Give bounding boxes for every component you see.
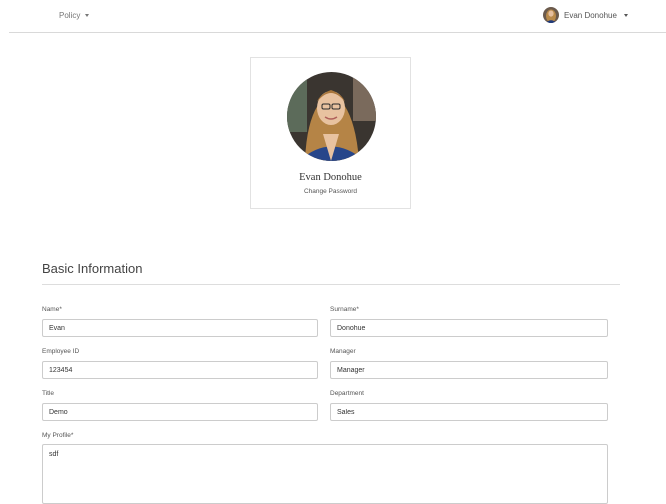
manager-label: Manager — [330, 348, 356, 355]
section-title: Basic Information — [42, 261, 143, 276]
policy-menu[interactable]: Policy — [59, 11, 90, 20]
name-label: Name* — [42, 306, 62, 313]
surname-label: Surname* — [330, 306, 359, 313]
surname-input[interactable] — [330, 319, 608, 337]
profile-name: Evan Donohue — [299, 172, 362, 183]
profile-photo — [287, 72, 376, 161]
my-profile-label: My Profile* — [42, 432, 74, 439]
title-input[interactable] — [42, 403, 318, 421]
name-input[interactable] — [42, 319, 318, 337]
change-password-link[interactable]: Change Password — [251, 188, 410, 195]
top-navbar: Policy Evan Donohue — [0, 0, 666, 32]
user-menu[interactable]: Evan Donohue — [543, 7, 628, 23]
manager-input[interactable] — [330, 361, 608, 379]
title-label: Title — [42, 390, 55, 397]
department-input[interactable] — [330, 403, 608, 421]
department-label: Department — [330, 390, 364, 397]
profile-card: Evan Donohue Change Password — [250, 57, 411, 209]
employee-id-label: Employee ID — [42, 348, 80, 355]
my-profile-textarea[interactable]: sdf — [42, 444, 608, 504]
chevron-down-icon — [85, 14, 90, 17]
chevron-down-icon — [623, 13, 628, 17]
section-divider — [42, 284, 620, 285]
user-menu-label: Evan Donohue — [564, 10, 617, 20]
policy-menu-label: Policy — [59, 11, 81, 20]
avatar — [543, 7, 559, 23]
employee-id-input[interactable] — [42, 361, 318, 379]
navbar-divider — [9, 32, 666, 33]
